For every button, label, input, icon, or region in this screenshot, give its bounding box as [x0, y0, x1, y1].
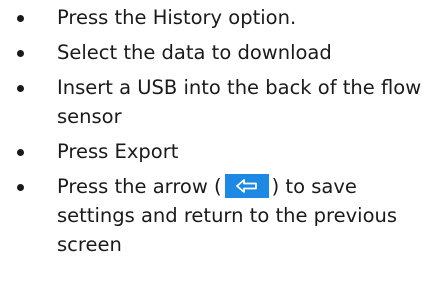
bullet: [17, 50, 24, 57]
step-export: Press Export: [0, 137, 424, 166]
bullet: [17, 85, 24, 92]
step-text: Insert a USB into the back of the flow s…: [57, 76, 422, 128]
step-select-data: Select the data to download: [0, 38, 424, 67]
step-insert-usb: Insert a USB into the back of the flow s…: [0, 73, 424, 131]
instruction-list: Press the History option. Select the dat…: [0, 0, 424, 256]
bullet: [17, 15, 24, 22]
step-text-before: Press the arrow (: [57, 175, 222, 198]
bullet: [17, 149, 24, 156]
step-text: Press the History option.: [57, 6, 297, 29]
step-text: Press Export: [57, 140, 179, 163]
step-text: Select the data to download: [57, 41, 332, 64]
bullet: [17, 184, 24, 191]
back-arrow-icon: [224, 173, 269, 198]
step-save-return: Press the arrow ( ) to save settings and…: [0, 172, 424, 259]
step-history: Press the History option.: [0, 3, 424, 32]
